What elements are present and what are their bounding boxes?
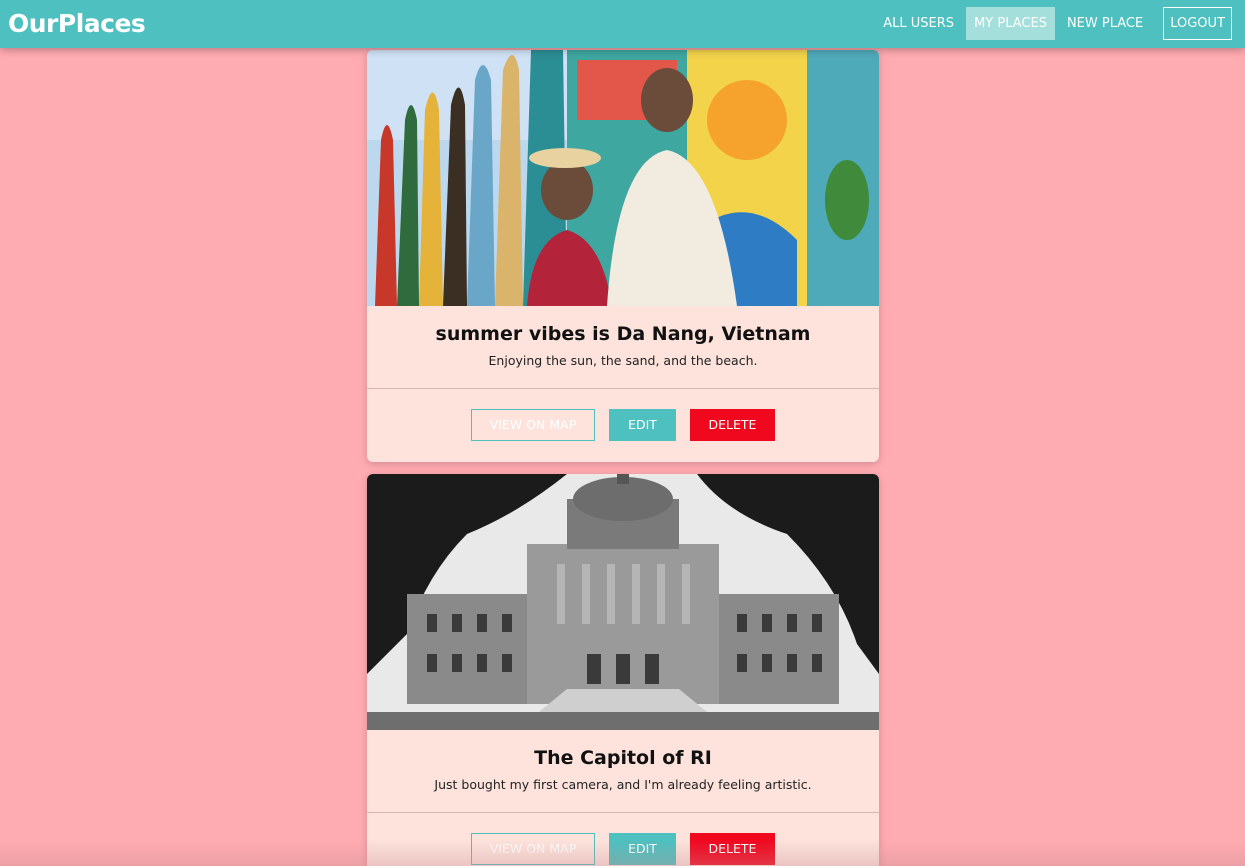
place-photo-capitol <box>367 474 879 730</box>
place-card: The Capitol of RI Just bought my first c… <box>367 474 879 866</box>
place-info: summer vibes is Da Nang, Vietnam Enjoyin… <box>367 306 879 389</box>
place-actions: VIEW ON MAP EDIT DELETE <box>367 813 879 865</box>
view-on-map-button[interactable]: VIEW ON MAP <box>471 833 595 865</box>
nav-all-users[interactable]: ALL USERS <box>875 7 962 40</box>
place-title: The Capitol of RI <box>534 747 712 769</box>
edit-button[interactable]: EDIT <box>609 409 676 441</box>
nav-new-place[interactable]: NEW PLACE <box>1059 7 1151 40</box>
place-description: Enjoying the sun, the sand, and the beac… <box>488 353 758 368</box>
place-actions: VIEW ON MAP EDIT DELETE <box>367 389 879 441</box>
place-image <box>367 50 879 306</box>
main-header: OurPlaces ALL USERS MY PLACES NEW PLACE … <box>0 0 1245 48</box>
delete-button[interactable]: DELETE <box>690 409 775 441</box>
logout-button[interactable]: LOGOUT <box>1163 7 1232 40</box>
place-title: summer vibes is Da Nang, Vietnam <box>435 323 811 345</box>
place-card: summer vibes is Da Nang, Vietnam Enjoyin… <box>367 50 879 462</box>
place-image <box>367 474 879 730</box>
place-photo-beach <box>367 50 879 306</box>
place-description: Just bought my first camera, and I'm alr… <box>434 777 812 792</box>
edit-button[interactable]: EDIT <box>609 833 676 865</box>
place-info: The Capitol of RI Just bought my first c… <box>367 730 879 813</box>
view-on-map-button[interactable]: VIEW ON MAP <box>471 409 595 441</box>
nav-my-places[interactable]: MY PLACES <box>966 7 1055 40</box>
delete-button[interactable]: DELETE <box>690 833 775 865</box>
site-logo[interactable]: OurPlaces <box>8 8 146 40</box>
main-nav: ALL USERS MY PLACES NEW PLACE LOGOUT <box>871 7 1232 40</box>
